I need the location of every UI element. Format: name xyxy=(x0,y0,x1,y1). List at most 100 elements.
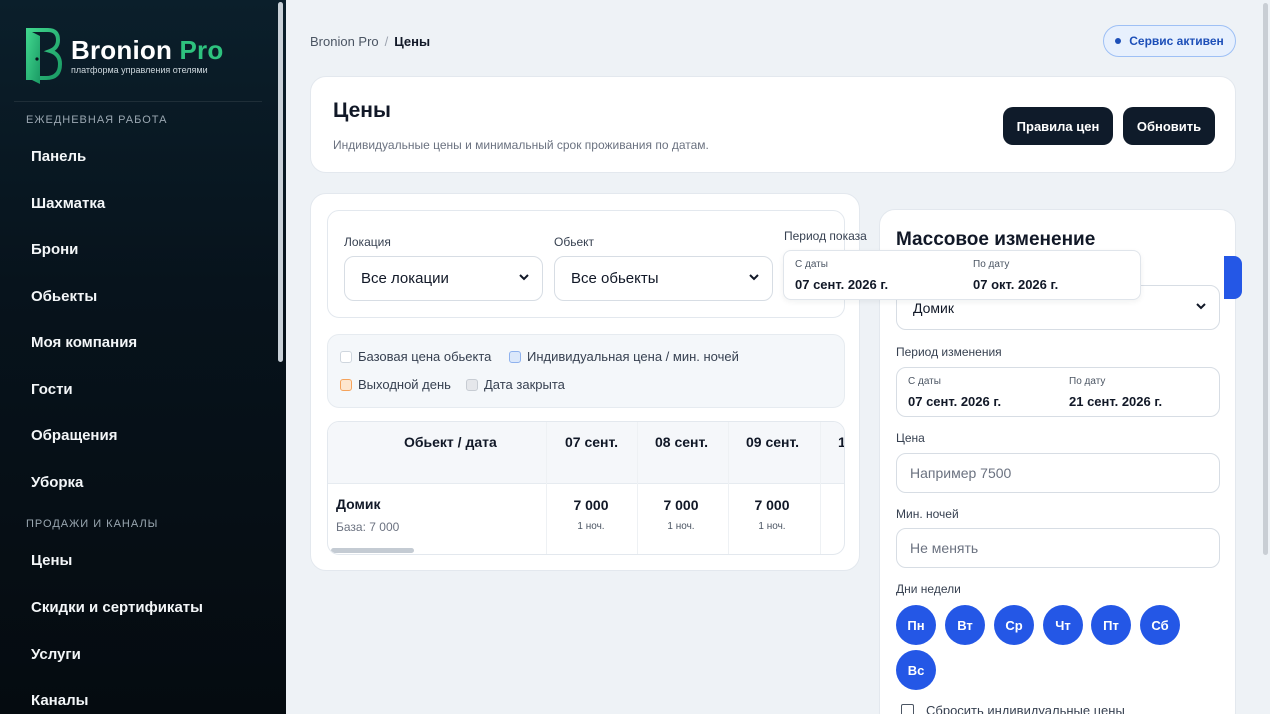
logo-mark-icon xyxy=(26,28,62,84)
sidebar-item-discounts[interactable]: Скидки и сертификаты xyxy=(31,599,203,616)
legend-label: Выходной день xyxy=(358,377,451,392)
weekday-mon[interactable]: Пн xyxy=(896,605,936,645)
sidebar-item-services[interactable]: Услуги xyxy=(31,646,81,663)
object-select-value: Все обьекты xyxy=(571,270,659,287)
price-rules-button[interactable]: Правила цен xyxy=(1003,107,1113,145)
reset-individual-checkbox[interactable]: Сбросить индивидуальные цены xyxy=(901,703,1125,714)
legend-item-base: Базовая цена обьекта xyxy=(340,349,491,364)
legend-swatch xyxy=(340,350,352,363)
prices-table: Обьект / дата 07 сент. 08 сент. 09 сент.… xyxy=(327,421,845,555)
page-header-card: Цены Индивидуальные цены и минимальный с… xyxy=(310,76,1236,173)
price-cell[interactable]: 7 000 xyxy=(651,497,711,513)
legend-swatch xyxy=(340,378,352,391)
status-dot-icon xyxy=(1115,38,1122,44)
sidebar: Bronion Pro платформа управления отелями… xyxy=(0,0,286,714)
logo-brand: Bronion xyxy=(71,34,173,65)
legend-label: Дата закрыта xyxy=(484,377,565,392)
bulk-title: Массовое изменение xyxy=(896,229,1096,250)
legend-label: Базовая цена обьекта xyxy=(358,349,492,364)
column-divider xyxy=(728,422,729,554)
page-description: Индивидуальные цены и минимальный срок п… xyxy=(333,138,709,152)
table-header-date: 08 сент. xyxy=(655,434,709,450)
section-sales-channels: ПРОДАЖИ И КАНАЛЫ xyxy=(26,518,159,530)
legend-label: Индивидуальная цена / мин. ночей xyxy=(527,349,739,364)
sidebar-item-company[interactable]: Моя компания xyxy=(31,334,137,351)
status-badge: Сервис активен xyxy=(1103,25,1236,57)
chevron-down-icon xyxy=(519,274,529,281)
weekdays-label: Дни недели xyxy=(896,582,961,596)
view-to-label: По дату xyxy=(973,259,1010,270)
bulk-object-value: Домик xyxy=(913,299,954,316)
refresh-button[interactable]: Обновить xyxy=(1123,107,1215,145)
view-from-label: С даты xyxy=(795,259,828,270)
view-from-value[interactable]: 07 сент. 2026 г. xyxy=(795,277,888,292)
weekday-sun[interactable]: Вс xyxy=(896,650,936,690)
bulk-period-range[interactable]: С даты 07 сент. 2026 г. По дату 21 сент.… xyxy=(896,367,1220,417)
bulk-panel-toggle[interactable] xyxy=(1224,256,1242,299)
table-horizontal-scrollbar[interactable] xyxy=(331,548,414,553)
sidebar-item-bookings[interactable]: Брони xyxy=(31,241,78,258)
weekday-sat[interactable]: Сб xyxy=(1140,605,1180,645)
location-select-value: Все локации xyxy=(361,270,449,287)
table-header-object: Обьект / дата xyxy=(404,434,497,450)
sidebar-item-chessboard[interactable]: Шахматка xyxy=(31,195,105,212)
sidebar-item-objects[interactable]: Обьекты xyxy=(31,288,97,305)
price-cell[interactable]: 7 000 xyxy=(561,497,621,513)
weekday-tue[interactable]: Вт xyxy=(945,605,985,645)
price-label: Цена xyxy=(896,431,925,445)
breadcrumb-separator: / xyxy=(384,34,389,49)
checkbox-box[interactable] xyxy=(901,704,914,714)
weekday-thu[interactable]: Чт xyxy=(1043,605,1083,645)
table-header-date: 09 сент. xyxy=(746,434,800,450)
logo[interactable]: Bronion Pro платформа управления отелями xyxy=(24,26,223,84)
period-label: Период показа xyxy=(784,229,867,243)
page-title: Цены xyxy=(333,99,391,122)
breadcrumb-current: Цены xyxy=(394,34,431,49)
reset-individual-label: Сбросить индивидуальные цены xyxy=(926,703,1125,714)
breadcrumb-root[interactable]: Bronion Pro xyxy=(310,34,379,49)
nights-cell: 1 ноч. xyxy=(667,521,695,532)
logo-brand-accent: Pro xyxy=(179,34,224,65)
filters-panel: Локация Все локации Обьект Все обьекты П… xyxy=(327,210,867,318)
sidebar-scrollbar[interactable] xyxy=(278,2,283,362)
chevron-down-icon xyxy=(749,274,759,281)
status-badge-label: Сервис активен xyxy=(1129,34,1224,48)
table-header-row: Обьект / дата 07 сент. 08 сент. 09 сент.… xyxy=(328,422,844,484)
bulk-from-label: С даты xyxy=(908,376,941,387)
bulk-from-value[interactable]: 07 сент. 2026 г. xyxy=(908,394,1001,409)
column-divider xyxy=(820,422,821,554)
sidebar-item-guests[interactable]: Гости xyxy=(31,381,73,398)
legend-item-closed: Дата закрыта xyxy=(466,377,565,392)
prices-card: Локация Все локации Обьект Все обьекты П… xyxy=(310,193,867,571)
sidebar-item-prices[interactable]: Цены xyxy=(31,552,72,569)
row-object-base: База: 7 000 xyxy=(336,520,400,534)
bulk-to-value[interactable]: 21 сент. 2026 г. xyxy=(1069,394,1162,409)
min-nights-input[interactable]: Не менять xyxy=(896,528,1220,568)
object-label: Обьект xyxy=(554,235,595,249)
legend-item-individual: Индивидуальная цена / мин. ночей xyxy=(509,349,739,364)
min-nights-label: Мин. ночей xyxy=(896,507,959,521)
row-object-name: Домик xyxy=(336,496,381,512)
sidebar-item-requests[interactable]: Обращения xyxy=(31,427,117,444)
section-daily-work: ЕЖЕДНЕВНАЯ РАБОТА xyxy=(26,114,168,126)
nights-cell: 1 ноч. xyxy=(758,521,786,532)
object-select[interactable]: Все обьекты xyxy=(554,256,773,301)
sidebar-item-channels[interactable]: Каналы xyxy=(31,692,88,709)
weekday-fri[interactable]: Пт xyxy=(1091,605,1131,645)
legend-swatch xyxy=(509,350,521,363)
sidebar-divider xyxy=(14,101,262,102)
breadcrumb: Bronion Pro / Цены xyxy=(310,34,430,49)
sidebar-item-dashboard[interactable]: Панель xyxy=(31,148,86,165)
location-select[interactable]: Все локации xyxy=(344,256,543,301)
legend-swatch xyxy=(466,378,478,391)
page-scrollbar[interactable] xyxy=(1263,3,1268,555)
view-period-range[interactable]: С даты 07 сент. 2026 г. По дату 07 окт. … xyxy=(783,250,1141,300)
nights-cell: 1 ноч. xyxy=(577,521,605,532)
price-cell[interactable]: 7 000 xyxy=(742,497,802,513)
sidebar-item-cleaning[interactable]: Уборка xyxy=(31,474,83,491)
weekday-wed[interactable]: Ср xyxy=(994,605,1034,645)
logo-subtitle: платформа управления отелями xyxy=(71,64,208,75)
price-input[interactable]: Например 7500 xyxy=(896,453,1220,493)
column-divider xyxy=(637,422,638,554)
view-to-value[interactable]: 07 окт. 2026 г. xyxy=(973,277,1058,292)
